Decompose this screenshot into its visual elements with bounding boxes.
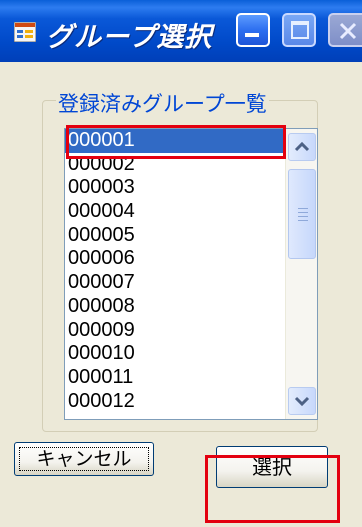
window-title: グループ選択	[46, 22, 213, 53]
select-button[interactable]: 選択	[216, 446, 328, 488]
maximize-icon	[291, 21, 309, 39]
list-item[interactable]: 000005	[65, 224, 285, 248]
list-item[interactable]: 000008	[65, 295, 285, 319]
minimize-icon	[245, 33, 259, 37]
select-button-label: 選択	[252, 455, 292, 479]
scroll-thumb[interactable]	[288, 169, 316, 259]
focus-rectangle	[19, 447, 149, 471]
scroll-down-button[interactable]	[288, 387, 316, 415]
scroll-up-button[interactable]	[288, 133, 316, 161]
list-item[interactable]: 000009	[65, 319, 285, 343]
list-item[interactable]: 000003	[65, 176, 285, 200]
close-icon	[339, 22, 357, 40]
chevron-down-icon	[294, 396, 310, 407]
thumb-grip-line	[298, 212, 308, 213]
list-item[interactable]: 000010	[65, 342, 285, 366]
list-item[interactable]: 000007	[65, 271, 285, 295]
group-select-dialog: グループ選択 登録済みグループ一覧 000001 000002 000003 0…	[0, 0, 362, 527]
thumb-grip-line	[298, 208, 308, 209]
thumb-grip-line	[298, 220, 308, 221]
group-listbox[interactable]: 000001 000002 000003 000004 000005 00000…	[64, 128, 318, 420]
list-item[interactable]: 000011	[65, 366, 285, 390]
list-item[interactable]: 000004	[65, 200, 285, 224]
maximize-button[interactable]	[282, 13, 316, 47]
title-bar[interactable]: グループ選択	[0, 0, 362, 62]
group-list-items: 000001 000002 000003 000004 000005 00000…	[65, 129, 285, 413]
list-item[interactable]: 000002	[65, 153, 285, 177]
minimize-button[interactable]	[236, 13, 270, 47]
list-item[interactable]: 000006	[65, 247, 285, 271]
form-window-icon	[14, 22, 36, 42]
vertical-scrollbar[interactable]	[285, 129, 317, 419]
list-item[interactable]: 000012	[65, 390, 285, 414]
close-button[interactable]	[328, 13, 362, 47]
chevron-up-icon	[294, 141, 310, 152]
list-item[interactable]: 000001	[65, 129, 285, 153]
thumb-grip-line	[298, 216, 308, 217]
groupbox-legend: 登録済みグループ一覧	[56, 88, 269, 118]
cancel-button[interactable]: キャンセル	[14, 442, 154, 476]
